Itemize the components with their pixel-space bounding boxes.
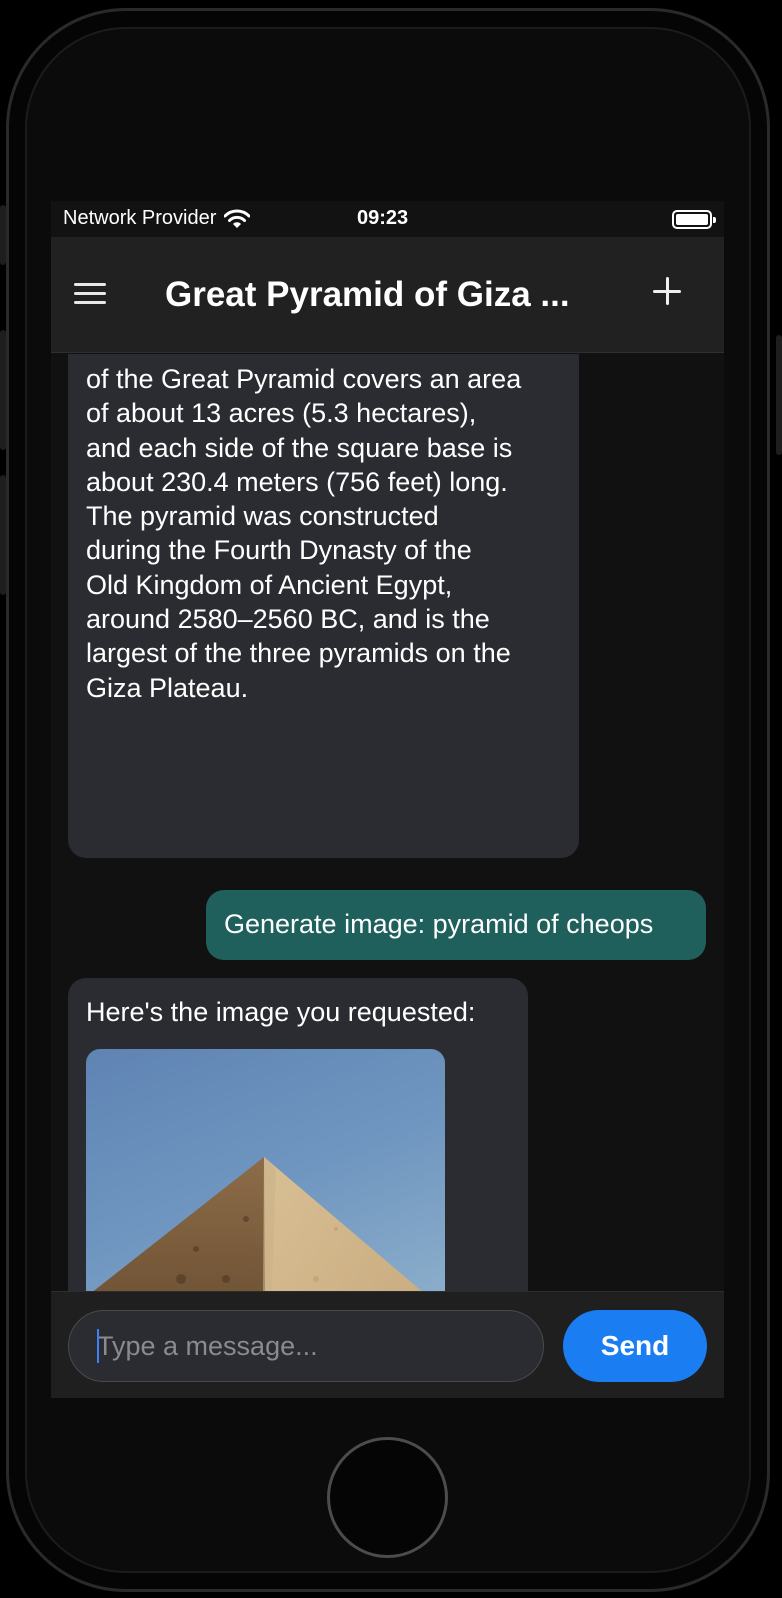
generated-image[interactable] — [86, 1049, 445, 1291]
volume-down-button — [0, 475, 6, 595]
wifi-icon — [224, 209, 251, 228]
navigation-bar: Great Pyramid of Giza ... — [51, 237, 724, 353]
message-text: of the Great Pyramid covers an area of a… — [86, 362, 561, 705]
app-screen: Network Provider 09:23 Great Pyramid of … — [51, 201, 724, 1398]
message-text: Here's the image you requested: — [86, 997, 476, 1027]
text-cursor — [97, 1329, 99, 1363]
conversation-title: Great Pyramid of Giza ... — [165, 275, 570, 314]
carrier-label: Network Provider — [63, 207, 217, 229]
message-line: around 2580–2560 BC, and is the — [86, 604, 490, 635]
message-line: Old Kingdom of Ancient Egypt, — [86, 569, 453, 600]
message-line: of the Great Pyramid covers an area — [86, 364, 522, 394]
message-text: Generate image: pyramid of cheops — [224, 909, 654, 939]
message-line: during the Fourth Dynasty of the — [86, 535, 472, 566]
message-input[interactable] — [68, 1310, 544, 1382]
message-line: The pyramid was constructed — [86, 501, 439, 532]
mute-switch — [0, 205, 6, 265]
user-message: Generate image: pyramid of cheops — [206, 890, 706, 960]
pyramid-image — [86, 1049, 445, 1291]
message-line: and each side of the square base is — [86, 432, 513, 463]
hamburger-menu-icon[interactable] — [74, 283, 106, 305]
carrier-group: Network Provider — [63, 207, 251, 230]
chat-scroll-area[interactable]: of the Great Pyramid covers an area of a… — [51, 354, 724, 1291]
message-line: Giza Plateau. — [86, 672, 249, 703]
assistant-message: of the Great Pyramid covers an area of a… — [68, 354, 579, 858]
status-bar: Network Provider 09:23 — [51, 201, 724, 237]
home-button[interactable] — [327, 1437, 448, 1558]
message-line: about 230.4 meters (756 feet) long. — [86, 466, 508, 497]
message-line: largest of the three pyramids on the — [86, 638, 511, 669]
send-button[interactable]: Send — [563, 1310, 707, 1382]
plus-icon[interactable] — [653, 277, 681, 305]
composer-bar: Send — [51, 1291, 724, 1398]
battery-icon — [672, 210, 716, 229]
volume-up-button — [0, 330, 6, 450]
clock: 09:23 — [357, 207, 409, 229]
power-button — [776, 335, 782, 455]
assistant-message: Here's the image you requested: — [68, 978, 528, 1291]
message-line: of about 13 acres (5.3 hectares), — [86, 398, 477, 429]
